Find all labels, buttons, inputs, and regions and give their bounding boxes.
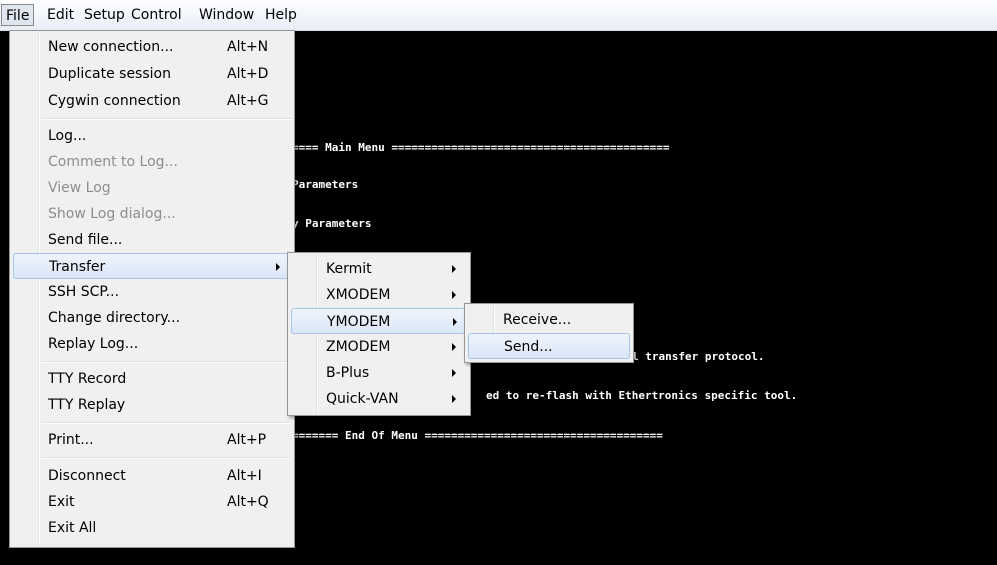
menu-separator (42, 422, 291, 424)
menu-item-kermit[interactable]: Kermit (291, 256, 467, 282)
menu-item-replay-log[interactable]: Replay Log... (13, 331, 291, 357)
menu-item-new-connection[interactable]: New connection... Alt+N (13, 34, 291, 60)
menu-item-send[interactable]: Send... (468, 333, 630, 359)
submenu-arrow-icon (453, 318, 457, 326)
menu-bar: File Edit Setup Control Window Help (0, 0, 997, 31)
menu-item-ymodem[interactable]: YMODEM (291, 308, 467, 334)
menu-item-transfer[interactable]: Transfer (13, 253, 291, 279)
menu-item-tty-replay[interactable]: TTY Replay (13, 392, 291, 418)
menu-item-cygwin-connection[interactable]: Cygwin connection Alt+G (13, 88, 291, 114)
terminal-line: ed to re-flash with Ethertronics specifi… (486, 389, 798, 402)
menu-control[interactable]: Control (127, 4, 186, 26)
menu-item-view-log: View Log (48, 180, 111, 196)
teraterm-window: File Edit Setup Control Window Help ====… (0, 0, 997, 565)
menu-item-b-plus[interactable]: B-Plus (291, 360, 467, 386)
menu-item-receive[interactable]: Receive... (468, 307, 630, 333)
menu-item-disconnect[interactable]: Disconnect Alt+I (13, 463, 291, 489)
menu-item-comment-to-log: Comment to Log... (48, 154, 178, 170)
menu-item-zmodem[interactable]: ZMODEM (291, 334, 467, 360)
terminal-line: y Parameters (292, 217, 372, 230)
terminal-line: l transfer protocol. (632, 350, 765, 363)
menu-item-change-directory[interactable]: Change directory... (13, 305, 291, 331)
menu-separator (42, 457, 291, 459)
menu-item-show-log-dialog: Show Log dialog... (48, 206, 176, 222)
menu-file[interactable]: File (1, 4, 35, 26)
submenu-arrow-icon (452, 369, 456, 377)
menu-item-send-file[interactable]: Send file... (13, 227, 291, 253)
menu-setup[interactable]: Setup (80, 4, 129, 26)
menu-separator (42, 361, 291, 363)
submenu-arrow-icon (452, 291, 456, 299)
menu-item-print[interactable]: Print... Alt+P (13, 427, 291, 453)
submenu-arrow-icon (452, 265, 456, 273)
terminal-line: Parameters (292, 178, 359, 191)
menu-window[interactable]: Window (195, 4, 258, 26)
transfer-submenu: Kermit XMODEM YMODEM ZMODEM B-Plus Quick… (287, 252, 471, 416)
menu-edit[interactable]: Edit (43, 4, 78, 26)
menu-item-log[interactable]: Log... (13, 123, 291, 149)
menu-item-tty-record[interactable]: TTY Record (13, 366, 291, 392)
submenu-arrow-icon (452, 395, 456, 403)
terminal-line: ======= End Of Menu ====================… (292, 429, 663, 442)
ymodem-submenu: Receive... Send... (464, 303, 634, 363)
submenu-arrow-icon (452, 343, 456, 351)
menu-item-exit-all[interactable]: Exit All (13, 515, 291, 541)
submenu-arrow-icon (276, 263, 280, 271)
file-menu: New connection... Alt+N Duplicate session… (9, 30, 295, 548)
menu-item-quick-van[interactable]: Quick-VAN (291, 386, 467, 412)
menu-separator (42, 118, 291, 120)
menu-item-exit[interactable]: Exit Alt+Q (13, 489, 291, 515)
menu-item-ssh-scp[interactable]: SSH SCP... (13, 279, 291, 305)
menu-item-xmodem[interactable]: XMODEM (291, 282, 467, 308)
menu-help[interactable]: Help (261, 4, 301, 26)
menu-item-duplicate-session[interactable]: Duplicate session Alt+D (13, 61, 291, 87)
terminal-line: ==== Main Menu =========================… (292, 141, 670, 154)
